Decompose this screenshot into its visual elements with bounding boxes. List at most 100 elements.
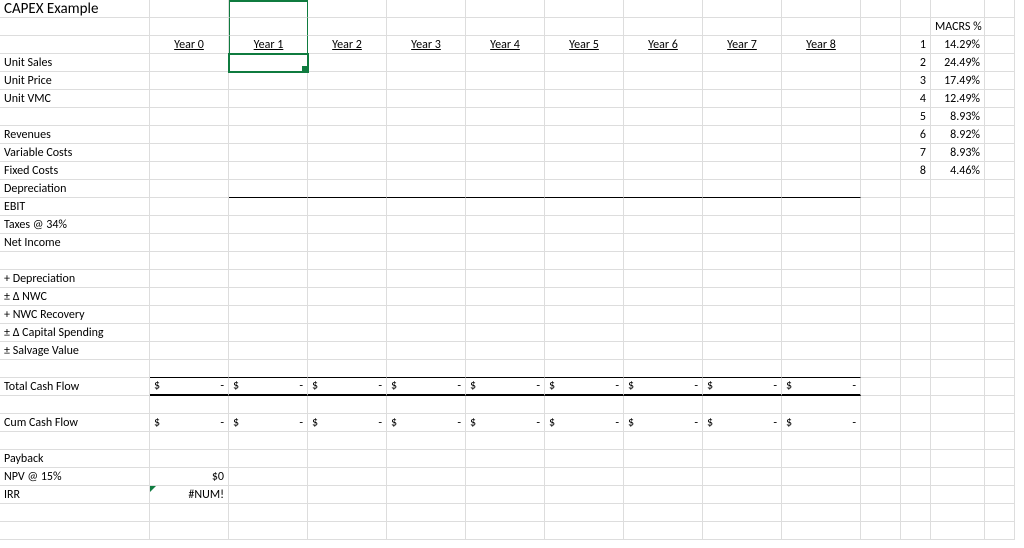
grid-cell[interactable] bbox=[466, 108, 545, 126]
grid-cell[interactable] bbox=[985, 126, 1015, 144]
grid-cell[interactable] bbox=[545, 252, 624, 270]
grid-cell[interactable] bbox=[782, 90, 861, 108]
grid-cell[interactable] bbox=[466, 324, 545, 342]
grid-cell[interactable] bbox=[308, 234, 387, 252]
grid-cell[interactable] bbox=[861, 468, 901, 486]
grid-cell[interactable] bbox=[901, 180, 931, 198]
grid-cell[interactable] bbox=[150, 180, 229, 198]
ccf-year7[interactable]: $- bbox=[703, 414, 782, 432]
grid-cell[interactable] bbox=[466, 396, 545, 414]
grid-cell[interactable] bbox=[985, 432, 1015, 450]
grid-cell[interactable] bbox=[901, 486, 931, 504]
grid-cell[interactable] bbox=[901, 234, 931, 252]
grid-cell[interactable] bbox=[0, 252, 150, 270]
grid-cell[interactable] bbox=[466, 486, 545, 504]
grid-cell[interactable] bbox=[703, 432, 782, 450]
macrs-year-7[interactable]: 7 bbox=[901, 144, 931, 162]
grid-cell[interactable] bbox=[782, 306, 861, 324]
grid-cell[interactable] bbox=[861, 36, 901, 54]
grid-cell[interactable] bbox=[985, 486, 1015, 504]
grid-cell[interactable] bbox=[229, 468, 308, 486]
grid-cell[interactable] bbox=[931, 306, 985, 324]
grid-cell[interactable] bbox=[931, 324, 985, 342]
grid-cell[interactable] bbox=[861, 162, 901, 180]
grid-cell[interactable] bbox=[150, 396, 229, 414]
grid-cell[interactable] bbox=[931, 432, 985, 450]
grid-cell[interactable] bbox=[229, 216, 308, 234]
grid-cell[interactable] bbox=[782, 216, 861, 234]
grid-cell[interactable] bbox=[931, 270, 985, 288]
grid-cell[interactable] bbox=[466, 504, 545, 522]
grid-cell[interactable] bbox=[782, 72, 861, 90]
grid-cell[interactable] bbox=[466, 126, 545, 144]
grid-cell[interactable] bbox=[387, 126, 466, 144]
grid-cell[interactable] bbox=[624, 522, 703, 540]
tcf-year5[interactable]: $- bbox=[545, 378, 624, 396]
grid-cell[interactable] bbox=[782, 252, 861, 270]
grid-cell[interactable] bbox=[624, 324, 703, 342]
grid-cell[interactable] bbox=[387, 252, 466, 270]
grid-cell[interactable] bbox=[0, 396, 150, 414]
grid-cell[interactable] bbox=[229, 0, 308, 18]
ccf-year1[interactable]: $- bbox=[229, 414, 308, 432]
grid-cell[interactable] bbox=[545, 198, 624, 216]
grid-cell[interactable] bbox=[545, 72, 624, 90]
macrs-pct-8[interactable]: 4.46% bbox=[931, 162, 985, 180]
grid-cell[interactable] bbox=[387, 396, 466, 414]
grid-cell[interactable] bbox=[387, 180, 466, 198]
grid-cell[interactable] bbox=[624, 288, 703, 306]
grid-cell[interactable] bbox=[466, 468, 545, 486]
grid-cell[interactable] bbox=[308, 162, 387, 180]
grid-cell[interactable] bbox=[782, 288, 861, 306]
grid-cell[interactable] bbox=[545, 270, 624, 288]
grid-cell[interactable] bbox=[150, 360, 229, 378]
grid-cell[interactable] bbox=[150, 18, 229, 36]
macrs-year-8[interactable]: 8 bbox=[901, 162, 931, 180]
grid-cell[interactable] bbox=[229, 252, 308, 270]
tcf-year4[interactable]: $- bbox=[466, 378, 545, 396]
grid-cell[interactable] bbox=[545, 54, 624, 72]
grid-cell[interactable] bbox=[782, 486, 861, 504]
grid-cell[interactable] bbox=[229, 18, 308, 36]
grid-cell[interactable] bbox=[703, 468, 782, 486]
grid-cell[interactable] bbox=[782, 396, 861, 414]
ccf-year6[interactable]: $- bbox=[624, 414, 703, 432]
grid-cell[interactable] bbox=[985, 54, 1015, 72]
grid-cell[interactable] bbox=[150, 54, 229, 72]
grid-cell[interactable] bbox=[861, 180, 901, 198]
grid-cell[interactable] bbox=[861, 216, 901, 234]
grid-cell[interactable] bbox=[782, 270, 861, 288]
grid-cell[interactable] bbox=[308, 198, 387, 216]
macrs-pct-3[interactable]: 17.49% bbox=[931, 72, 985, 90]
grid-cell[interactable] bbox=[466, 180, 545, 198]
grid-cell[interactable] bbox=[387, 504, 466, 522]
grid-cell[interactable] bbox=[901, 288, 931, 306]
grid-cell[interactable] bbox=[624, 54, 703, 72]
tcf-year0[interactable]: $- bbox=[150, 378, 229, 396]
grid-cell[interactable] bbox=[861, 198, 901, 216]
grid-cell[interactable] bbox=[703, 360, 782, 378]
grid-cell[interactable] bbox=[703, 342, 782, 360]
grid-cell[interactable] bbox=[901, 432, 931, 450]
grid-cell[interactable] bbox=[229, 522, 308, 540]
grid-cell[interactable] bbox=[703, 198, 782, 216]
grid-cell[interactable] bbox=[229, 288, 308, 306]
grid-cell[interactable] bbox=[985, 162, 1015, 180]
grid-cell[interactable] bbox=[861, 108, 901, 126]
grid-cell[interactable] bbox=[931, 378, 985, 396]
grid-cell[interactable] bbox=[545, 144, 624, 162]
grid-cell[interactable] bbox=[861, 234, 901, 252]
grid-cell[interactable] bbox=[861, 252, 901, 270]
grid-cell[interactable] bbox=[624, 216, 703, 234]
grid-cell[interactable] bbox=[985, 270, 1015, 288]
selected-cell[interactable] bbox=[229, 54, 308, 72]
grid-cell[interactable] bbox=[931, 468, 985, 486]
grid-cell[interactable] bbox=[861, 72, 901, 90]
grid-cell[interactable] bbox=[624, 396, 703, 414]
macrs-year-3[interactable]: 3 bbox=[901, 72, 931, 90]
grid-cell[interactable] bbox=[782, 108, 861, 126]
grid-cell[interactable] bbox=[229, 162, 308, 180]
grid-cell[interactable] bbox=[545, 360, 624, 378]
grid-cell[interactable] bbox=[901, 324, 931, 342]
grid-cell[interactable] bbox=[624, 504, 703, 522]
